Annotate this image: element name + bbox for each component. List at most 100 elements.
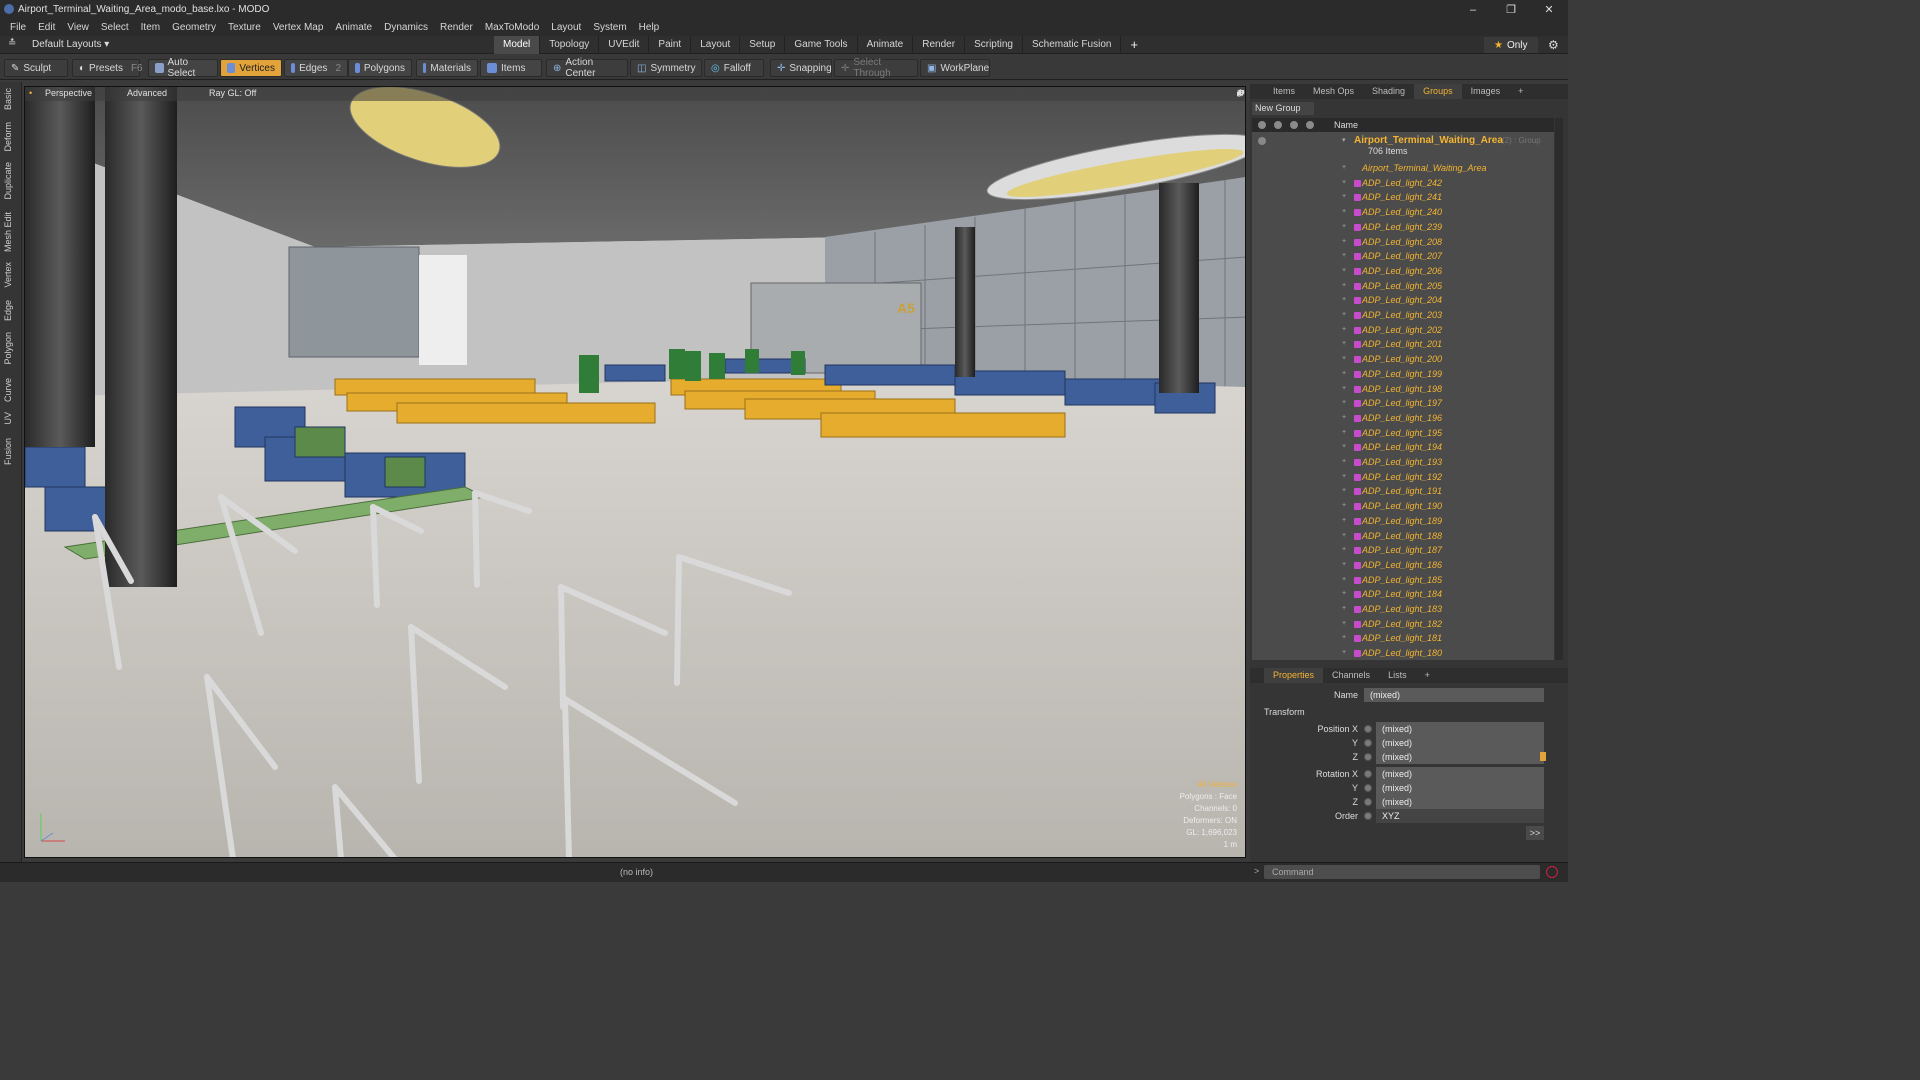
expand-plus-icon[interactable]: + (1342, 561, 1346, 568)
group-list-item[interactable]: + ADP_Led_light_206 (1252, 265, 1554, 280)
menu-select[interactable]: Select (95, 22, 135, 33)
expand-plus-icon[interactable]: + (1342, 605, 1346, 612)
items-button[interactable]: Items (480, 59, 542, 77)
tab-groups[interactable]: Groups (1414, 84, 1462, 99)
expand-plus-icon[interactable]: + (1342, 473, 1346, 480)
expand-plus-icon[interactable]: + (1342, 311, 1346, 318)
maximize-button[interactable]: ❐ (1492, 0, 1530, 19)
tab-mesh-edit[interactable]: Mesh Edit (3, 212, 13, 252)
lock-col-icon[interactable] (1290, 121, 1298, 129)
layout-menu-icon[interactable]: ≛ (8, 38, 16, 49)
minimize-button[interactable]: – (1454, 0, 1492, 19)
group-list-item[interactable]: + ADP_Led_light_207 (1252, 250, 1554, 265)
tab-uv[interactable]: UV (3, 412, 13, 425)
group-list-item[interactable]: + ADP_Led_light_202 (1252, 324, 1554, 339)
group-list-item[interactable]: + ADP_Led_light_240 (1252, 206, 1554, 221)
tab-duplicate[interactable]: Duplicate (3, 162, 13, 200)
command-history-icon[interactable] (1546, 866, 1558, 878)
expand-plus-icon[interactable]: + (1342, 208, 1346, 215)
action-center-button[interactable]: ⊕ Action Center (546, 57, 628, 79)
transform-section[interactable]: Transform (1250, 705, 1568, 719)
visibility-col-icon[interactable] (1258, 121, 1266, 129)
group-list-item[interactable]: + ADP_Led_light_186 (1252, 559, 1554, 574)
expand-plus-icon[interactable]: + (1342, 620, 1346, 627)
add-panel-tab-button[interactable]: + (1509, 84, 1532, 99)
group-list-item[interactable]: + ADP_Led_light_203 (1252, 309, 1554, 324)
raygl-toggle[interactable]: Ray GL: Off (209, 88, 256, 98)
group-list-item[interactable]: + ADP_Led_light_200 (1252, 353, 1554, 368)
select-through-button[interactable]: ✛ Select Through (834, 57, 918, 79)
tab-fusion[interactable]: Fusion (3, 438, 13, 465)
expand-plus-icon[interactable]: + (1342, 385, 1346, 392)
shading-advanced-dropdown[interactable]: Advanced (127, 88, 167, 98)
menu-texture[interactable]: Texture (222, 22, 267, 33)
position-z-field[interactable]: (mixed) (1376, 750, 1544, 764)
menu-view[interactable]: View (61, 22, 95, 33)
tab-polygon[interactable]: Polygon (3, 332, 13, 365)
group-list-item[interactable]: + ADP_Led_light_191 (1252, 485, 1554, 500)
menu-render[interactable]: Render (434, 22, 479, 33)
view-perspective-dropdown[interactable]: Perspective (45, 88, 92, 98)
expand-more-button[interactable]: >> (1526, 826, 1544, 840)
viewport-menu-dot[interactable]: • (29, 88, 32, 98)
menu-edit[interactable]: Edit (32, 22, 61, 33)
tab-uvedit[interactable]: UVEdit (599, 36, 650, 54)
expand-plus-icon[interactable]: + (1342, 193, 1346, 200)
close-button[interactable]: ✕ (1530, 0, 1568, 19)
group-list-item[interactable]: + ADP_Led_light_194 (1252, 441, 1554, 456)
tab-game-tools[interactable]: Game Tools (785, 36, 858, 54)
group-list-item[interactable]: + ADP_Led_light_199 (1252, 368, 1554, 383)
menu-vertex-map[interactable]: Vertex Map (267, 22, 330, 33)
tab-paint[interactable]: Paint (649, 36, 692, 54)
tab-channels[interactable]: Channels (1323, 668, 1379, 683)
group-list-item[interactable]: + ADP_Led_light_189 (1252, 515, 1554, 530)
render-col-icon[interactable] (1274, 121, 1282, 129)
group-list-item[interactable]: + Airport_Terminal_Waiting_Area (1252, 162, 1554, 177)
gear-icon[interactable]: ⚙ (1548, 38, 1559, 52)
group-list-item[interactable]: + ADP_Led_light_184 (1252, 588, 1554, 603)
new-group-button[interactable]: New Group (1252, 102, 1314, 115)
group-list-item[interactable]: + ADP_Led_light_180 (1252, 647, 1554, 660)
sculpt-button[interactable]: ✎ Sculpt (4, 59, 68, 77)
expand-plus-icon[interactable]: + (1342, 429, 1346, 436)
tab-animate[interactable]: Animate (858, 36, 914, 54)
add-props-tab-button[interactable]: + (1416, 668, 1439, 683)
edges-button[interactable]: Edges 2 (284, 59, 348, 77)
keyframe-dot-icon[interactable] (1364, 798, 1372, 806)
group-list-item[interactable]: + ADP_Led_light_239 (1252, 221, 1554, 236)
symmetry-button[interactable]: ◫ Symmetry (630, 59, 702, 77)
keyframe-dot-icon[interactable] (1364, 812, 1372, 820)
expand-plus-icon[interactable]: + (1342, 576, 1346, 583)
expand-plus-icon[interactable]: + (1342, 458, 1346, 465)
add-tab-button[interactable]: + (1121, 36, 1147, 54)
expand-plus-icon[interactable]: + (1342, 296, 1346, 303)
expand-plus-icon[interactable]: + (1342, 179, 1346, 186)
expand-plus-icon[interactable]: + (1342, 443, 1346, 450)
group-list-item[interactable]: + ADP_Led_light_201 (1252, 338, 1554, 353)
menu-item[interactable]: Item (135, 22, 166, 33)
expand-arrow-icon[interactable]: ▸ (1237, 88, 1242, 99)
only-button[interactable]: ★ Only (1484, 37, 1538, 53)
tab-vertex[interactable]: Vertex (3, 262, 13, 288)
rotation-z-field[interactable]: (mixed) (1376, 795, 1544, 809)
tab-deform[interactable]: Deform (3, 122, 13, 152)
group-list-scrollbar[interactable] (1555, 118, 1563, 660)
group-list-item[interactable]: + ADP_Led_light_192 (1252, 471, 1554, 486)
expand-plus-icon[interactable]: + (1342, 532, 1346, 539)
group-list-item[interactable]: + ADP_Led_light_183 (1252, 603, 1554, 618)
group-list-item[interactable]: + ADP_Led_light_242 (1252, 177, 1554, 192)
group-root-row[interactable]: ▾ Airport_Terminal_Waiting_Area (2) : Gr… (1252, 134, 1554, 160)
group-list-item[interactable]: + ADP_Led_light_182 (1252, 618, 1554, 633)
eye-icon[interactable] (1258, 137, 1266, 145)
tab-scripting[interactable]: Scripting (965, 36, 1023, 54)
expand-plus-icon[interactable]: + (1342, 590, 1346, 597)
default-layouts-dropdown[interactable]: Default Layouts ▾ (32, 39, 109, 50)
tab-schematic-fusion[interactable]: Schematic Fusion (1023, 36, 1122, 54)
falloff-button[interactable]: ◎ Falloff (704, 59, 764, 77)
position-y-field[interactable]: (mixed) (1376, 736, 1544, 750)
expand-plus-icon[interactable]: + (1342, 517, 1346, 524)
group-list-item[interactable]: + ADP_Led_light_188 (1252, 530, 1554, 545)
3d-viewport[interactable]: • Perspective Advanced Ray GL: Off ✥ ↻ ⌕… (24, 86, 1246, 858)
tab-items[interactable]: Items (1264, 84, 1304, 99)
tab-lists[interactable]: Lists (1379, 668, 1416, 683)
